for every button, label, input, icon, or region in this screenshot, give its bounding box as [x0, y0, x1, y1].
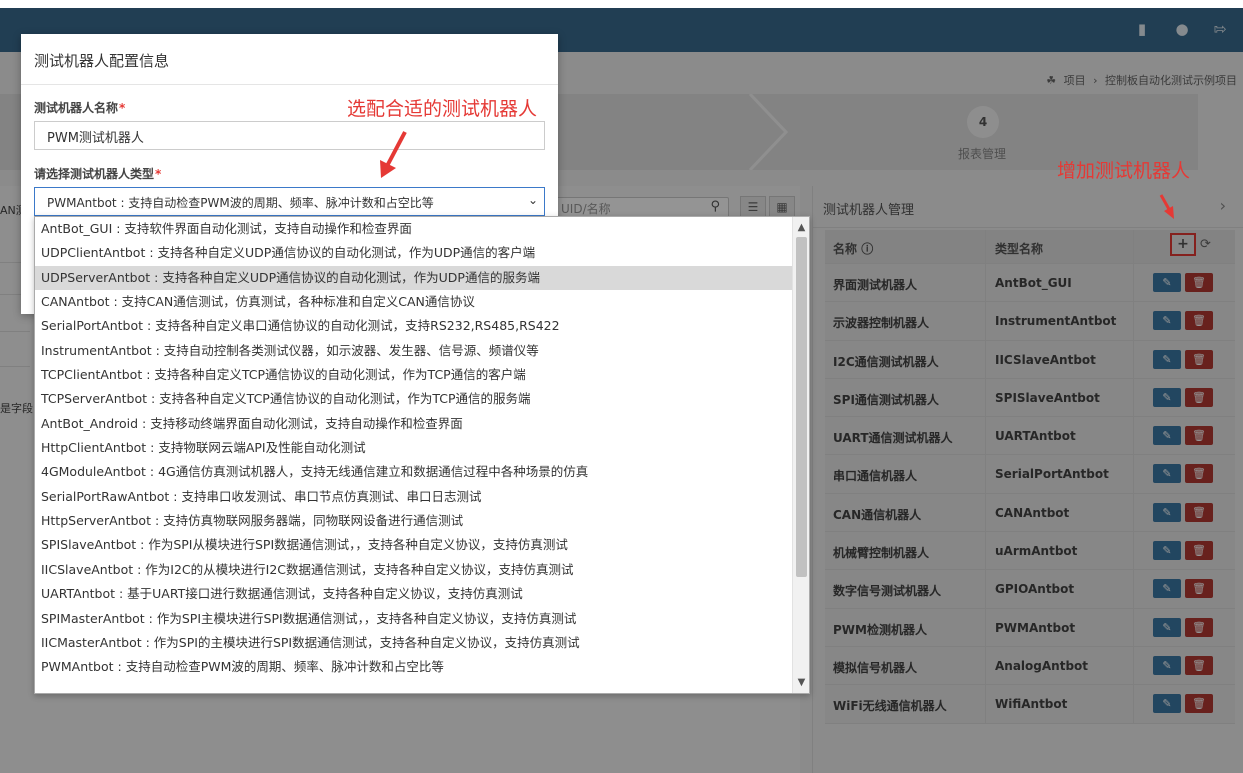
dropdown-option[interactable]: IICMasterAntbot : 作为SPI的主模块进行SPI数据通信测试，支… — [35, 631, 792, 655]
dropdown-option[interactable]: TCPServerAntbot : 支持各种自定义TCP通信协议的自动化测试，作… — [35, 387, 792, 411]
dropdown-option[interactable]: HttpClientAntbot : 支持物联网云端API及性能自动化测试 — [35, 436, 792, 460]
scroll-up-icon[interactable]: ▲ — [793, 219, 809, 236]
dropdown-option[interactable]: AntBot_GUI : 支持软件界面自动化测试，支持自动操作和检查界面 — [35, 217, 792, 241]
robot-type-select[interactable]: PWMAntbot : 支持自动检查PWM波的周期、频率、脉冲计数和占空比等 ⌄ — [34, 187, 545, 216]
robot-type-dropdown: AntBot_GUI : 支持软件界面自动化测试，支持自动操作和检查界面 UDPC… — [34, 216, 810, 694]
dropdown-option[interactable]: SPIMasterAntbot : 作为SPI主模块进行SPI数据通信测试，，支… — [35, 607, 792, 631]
annotation-add-robot: 增加测试机器人 — [1057, 160, 1191, 182]
dropdown-option[interactable]: IICSlaveAntbot : 作为I2C的从模块进行I2C数据通信测试，支持… — [35, 558, 792, 582]
annotation-arrow-icon — [380, 131, 407, 178]
annotation-arrow-icon — [1159, 194, 1174, 219]
selected-type: PWMAntbot : 支持自动检查PWM波的周期、频率、脉冲计数和占空比等 — [47, 196, 434, 210]
dropdown-option[interactable]: UDPClientAntbot : 支持各种自定义UDP通信协议的自动化测试，作… — [35, 241, 792, 265]
name-field-label: 测试机器人名称* — [34, 101, 126, 115]
dropdown-option[interactable]: PWMAntbot : 支持自动检查PWM波的周期、频率、脉冲计数和占空比等 — [35, 655, 792, 679]
dropdown-option[interactable]: UARTAntbot : 基于UART接口进行数据通信测试，支持各种自定义协议，… — [35, 582, 792, 606]
type-field-label: 请选择测试机器人类型* — [34, 167, 162, 181]
scroll-down-icon[interactable]: ▼ — [793, 674, 809, 691]
dropdown-option[interactable]: SPISlaveAntbot : 作为SPI从模块进行SPI数据通信测试，，支持… — [35, 533, 792, 557]
required-mark: * — [119, 101, 126, 115]
divider — [21, 84, 558, 85]
dropdown-scrollbar[interactable]: ▲ ▼ — [792, 217, 809, 693]
dropdown-option[interactable]: CANAntbot : 支持CAN通信测试，仿真测试，各种标准和自定义CAN通信… — [35, 290, 792, 314]
chevron-down-icon: ⌄ — [527, 193, 538, 207]
dropdown-option[interactable]: AntBot_Android : 支持移动终端界面自动化测试，支持自动操作和检查… — [35, 412, 792, 436]
modal-title: 测试机器人配置信息 — [34, 52, 170, 70]
scroll-thumb[interactable] — [796, 237, 807, 577]
dropdown-option[interactable]: InstrumentAntbot : 支持自动控制各类测试仪器，如示波器、发生器… — [35, 339, 792, 363]
dropdown-option[interactable]: TCPClientAntbot : 支持各种自定义TCP通信协议的自动化测试，作… — [35, 363, 792, 387]
robot-name-input[interactable]: PWM测试机器人 — [34, 121, 545, 150]
dropdown-option[interactable]: HttpServerAntbot : 支持仿真物联网服务器端，同物联网设备进行通… — [35, 509, 792, 533]
dropdown-option[interactable]: SerialPortAntbot : 支持各种自定义串口通信协议的自动化测试，支… — [35, 314, 792, 338]
required-mark: * — [155, 167, 162, 181]
top-strip — [0, 0, 1243, 8]
dropdown-option[interactable]: SerialPortRawAntbot : 支持串口收发测试、串口节点仿真测试、… — [35, 485, 792, 509]
dropdown-option[interactable]: UDPServerAntbot : 支持各种自定义UDP通信协议的自动化测试，作… — [35, 265, 792, 291]
annotation-select-robot: 选配合适的测试机器人 — [347, 98, 538, 120]
dropdown-option[interactable]: 4GModuleAntbot : 4G通信仿真测试机器人，支持无线通信建立和数据… — [35, 460, 792, 484]
